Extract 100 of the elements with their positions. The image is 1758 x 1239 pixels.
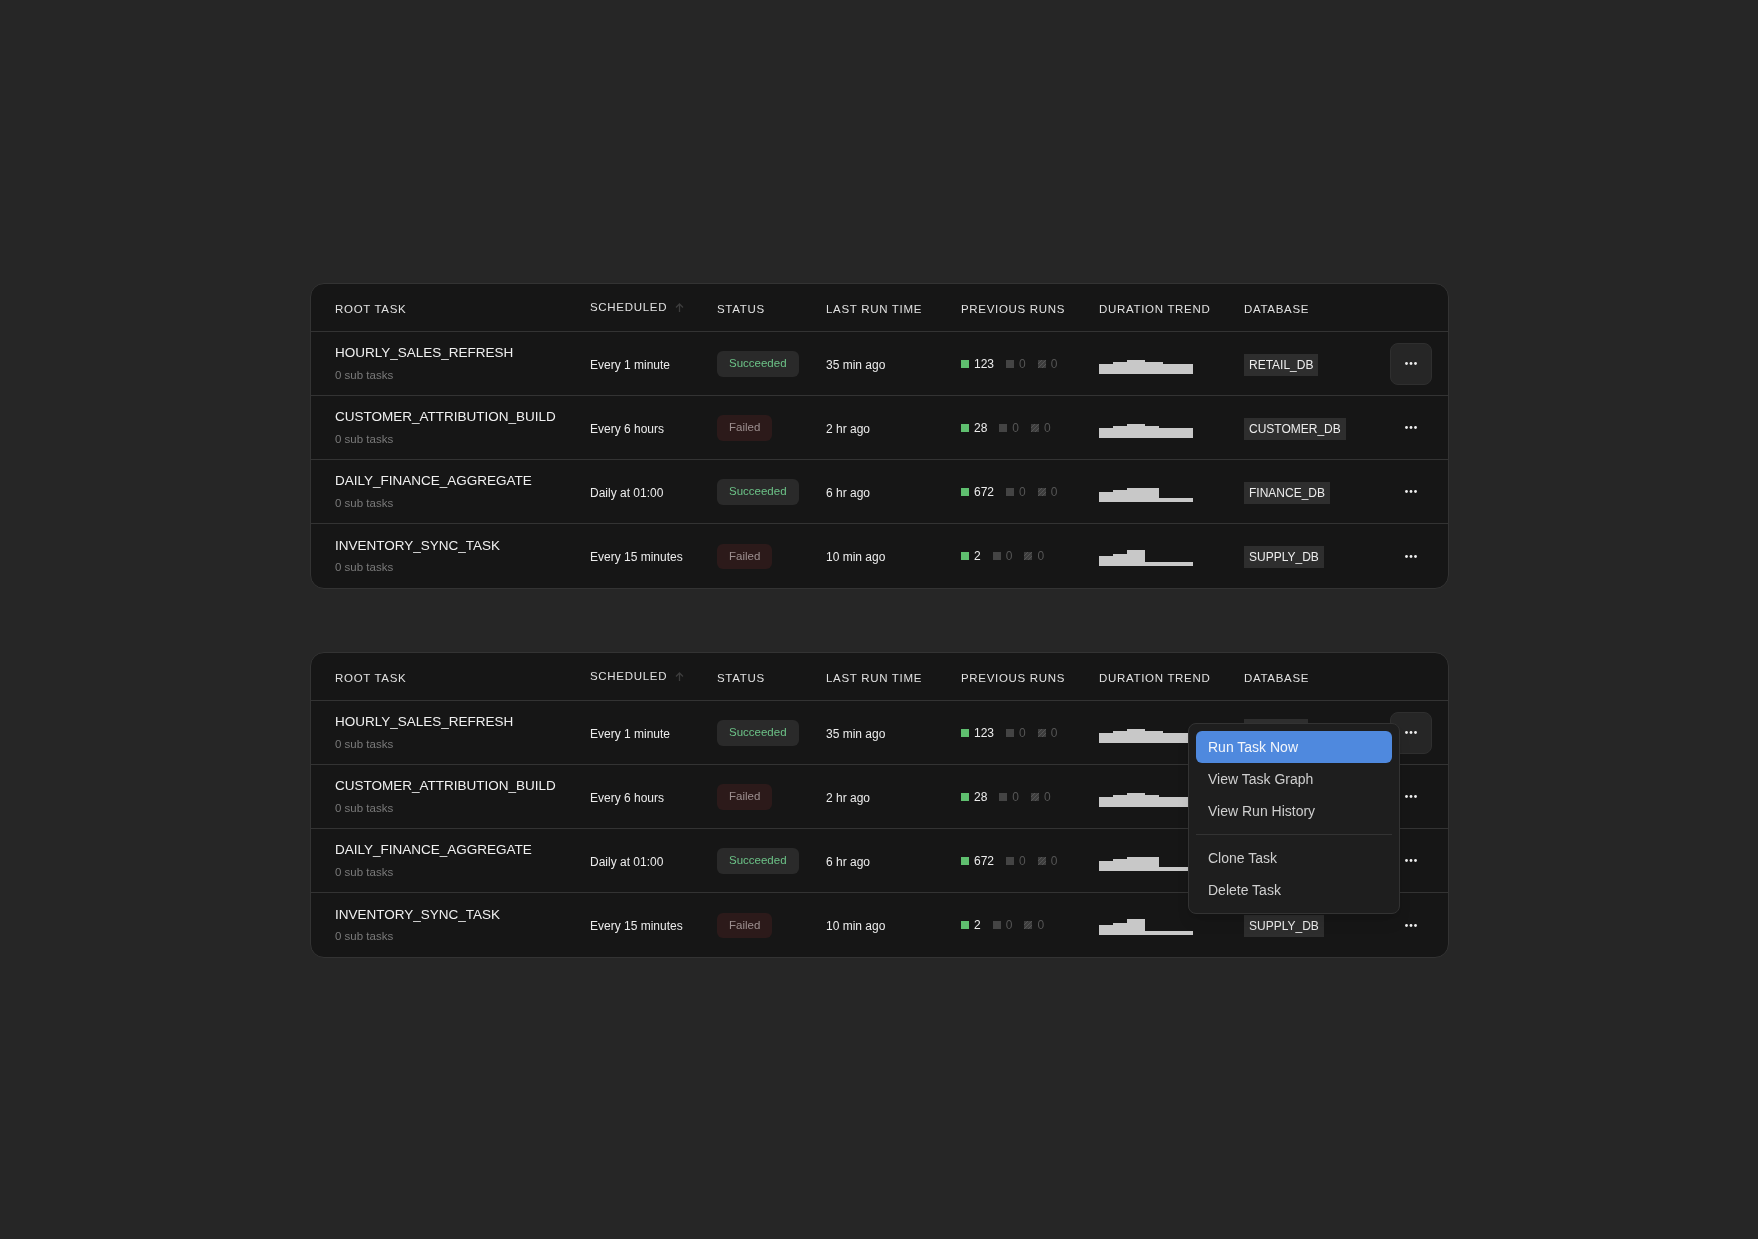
task-name: DAILY_FINANCE_AGGREGATE <box>335 472 533 491</box>
skipped-square-icon <box>1037 359 1046 368</box>
skipped-square-icon <box>1024 921 1033 929</box>
menu-item[interactable]: View Task Graph <box>1196 763 1392 795</box>
status-badge: Failed <box>717 543 773 570</box>
database-tag: FINANCE_DB <box>1244 481 1330 504</box>
sub-task-count: 0 sub tasks <box>335 367 395 383</box>
skipped-square-icon <box>1037 487 1046 496</box>
run-count: 2 <box>974 917 981 934</box>
skipped-square-icon <box>1024 552 1033 560</box>
sub-task-count: 0 sub tasks <box>335 560 395 575</box>
schedule-text: Every 15 minutes <box>590 550 683 564</box>
more-icon <box>1405 923 1417 927</box>
run-count: 28 <box>974 788 988 806</box>
more-icon <box>1405 795 1417 798</box>
database-tag: SUPPLY_DB <box>1244 546 1324 568</box>
failed-square-icon <box>992 552 1001 560</box>
column-header: DATABASE <box>1244 302 1310 315</box>
succeeded-square-icon <box>961 552 969 560</box>
task-name: HOURLY_SALES_REFRESH <box>335 713 515 732</box>
run-count: 2 <box>974 548 981 565</box>
column-header: DURATION TREND <box>1099 302 1211 315</box>
schedule-text: Every 15 minutes <box>590 919 683 933</box>
last-run-time: 35 min ago <box>826 357 886 372</box>
failed-square-icon <box>999 792 1008 801</box>
task-name: CUSTOMER_ATTRIBUTION_BUILD <box>335 408 557 427</box>
column-header: PREVIOUS RUNS <box>961 671 1066 684</box>
sub-task-count: 0 sub tasks <box>335 495 395 511</box>
last-run-time: 6 hr ago <box>826 485 871 500</box>
run-count: 123 <box>974 355 995 373</box>
schedule-text: Daily at 01:00 <box>590 854 664 869</box>
status-badge: Failed <box>717 415 773 441</box>
column-header: ROOT TASK <box>335 671 407 684</box>
run-count: 0 <box>1037 917 1045 934</box>
task-name: HOURLY_SALES_REFRESH <box>335 344 515 363</box>
column-header: LAST RUN TIME <box>826 671 923 684</box>
schedule-text: Daily at 01:00 <box>590 485 664 500</box>
more-icon <box>1405 859 1417 862</box>
menu-item[interactable]: View Run History <box>1196 795 1392 827</box>
run-count: 0 <box>1044 788 1051 806</box>
skipped-square-icon <box>1031 792 1040 801</box>
succeeded-square-icon <box>961 423 969 432</box>
task-name: CUSTOMER_ATTRIBUTION_BUILD <box>335 777 557 796</box>
database-tag: CUSTOMER_DB <box>1244 417 1346 440</box>
more-icon <box>1405 490 1417 493</box>
failed-square-icon <box>1006 856 1015 865</box>
column-header: DURATION TREND <box>1099 671 1211 684</box>
run-count: 0 <box>1005 548 1013 565</box>
last-run-time: 10 min ago <box>826 550 886 564</box>
run-count: 0 <box>1050 355 1058 373</box>
skipped-square-icon <box>1031 423 1040 432</box>
sub-task-count: 0 sub tasks <box>335 864 395 880</box>
column-header: STATUS <box>717 302 765 315</box>
task-name: INVENTORY_SYNC_TASK <box>335 536 502 555</box>
column-header: ROOT TASK <box>335 302 407 315</box>
database-tag: RETAIL_DB <box>1244 353 1319 376</box>
column-header: PREVIOUS RUNS <box>961 302 1066 315</box>
run-count: 0 <box>1019 355 1026 373</box>
menu-item[interactable]: Delete Task <box>1196 874 1392 906</box>
last-run-time: 10 min ago <box>826 919 886 933</box>
run-count: 0 <box>1050 483 1058 501</box>
column-header: DATABASE <box>1244 671 1310 684</box>
run-count: 672 <box>974 852 995 870</box>
more-icon <box>1405 426 1417 429</box>
schedule-text: Every 6 hours <box>590 421 665 436</box>
status-badge: Succeeded <box>717 479 799 505</box>
schedule-text: Every 1 minute <box>590 357 671 372</box>
column-header: STATUS <box>717 671 765 684</box>
run-count: 0 <box>1005 917 1013 934</box>
run-count: 0 <box>1050 724 1058 742</box>
task-name: DAILY_FINANCE_AGGREGATE <box>335 841 533 860</box>
succeeded-square-icon <box>961 856 969 865</box>
more-icon <box>1405 554 1417 558</box>
run-count: 672 <box>974 483 995 501</box>
status-badge: Failed <box>717 784 773 810</box>
run-count: 28 <box>974 419 988 437</box>
status-badge: Succeeded <box>717 848 799 874</box>
column-header[interactable]: SCHEDULED <box>590 667 668 686</box>
failed-square-icon <box>1006 359 1015 368</box>
last-run-time: 2 hr ago <box>826 421 871 436</box>
sub-task-count: 0 sub tasks <box>335 736 395 752</box>
skipped-square-icon <box>1037 728 1046 737</box>
database-tag: SUPPLY_DB <box>1244 915 1324 937</box>
menu-item[interactable]: Clone Task <box>1196 842 1392 874</box>
succeeded-square-icon <box>961 359 969 368</box>
last-run-time: 35 min ago <box>826 726 886 741</box>
failed-square-icon <box>992 921 1001 929</box>
more-icon <box>1405 362 1417 365</box>
schedule-text: Every 1 minute <box>590 726 671 741</box>
status-badge: Succeeded <box>717 351 799 377</box>
skipped-square-icon <box>1037 856 1046 865</box>
run-count: 0 <box>1037 548 1045 565</box>
sub-task-count: 0 sub tasks <box>335 929 395 944</box>
column-header[interactable]: SCHEDULED <box>590 298 668 317</box>
succeeded-square-icon <box>961 921 969 929</box>
run-count: 0 <box>1012 419 1020 437</box>
run-count: 0 <box>1019 724 1026 742</box>
failed-square-icon <box>1006 487 1015 496</box>
status-badge: Failed <box>717 912 773 939</box>
run-count: 0 <box>1044 419 1051 437</box>
